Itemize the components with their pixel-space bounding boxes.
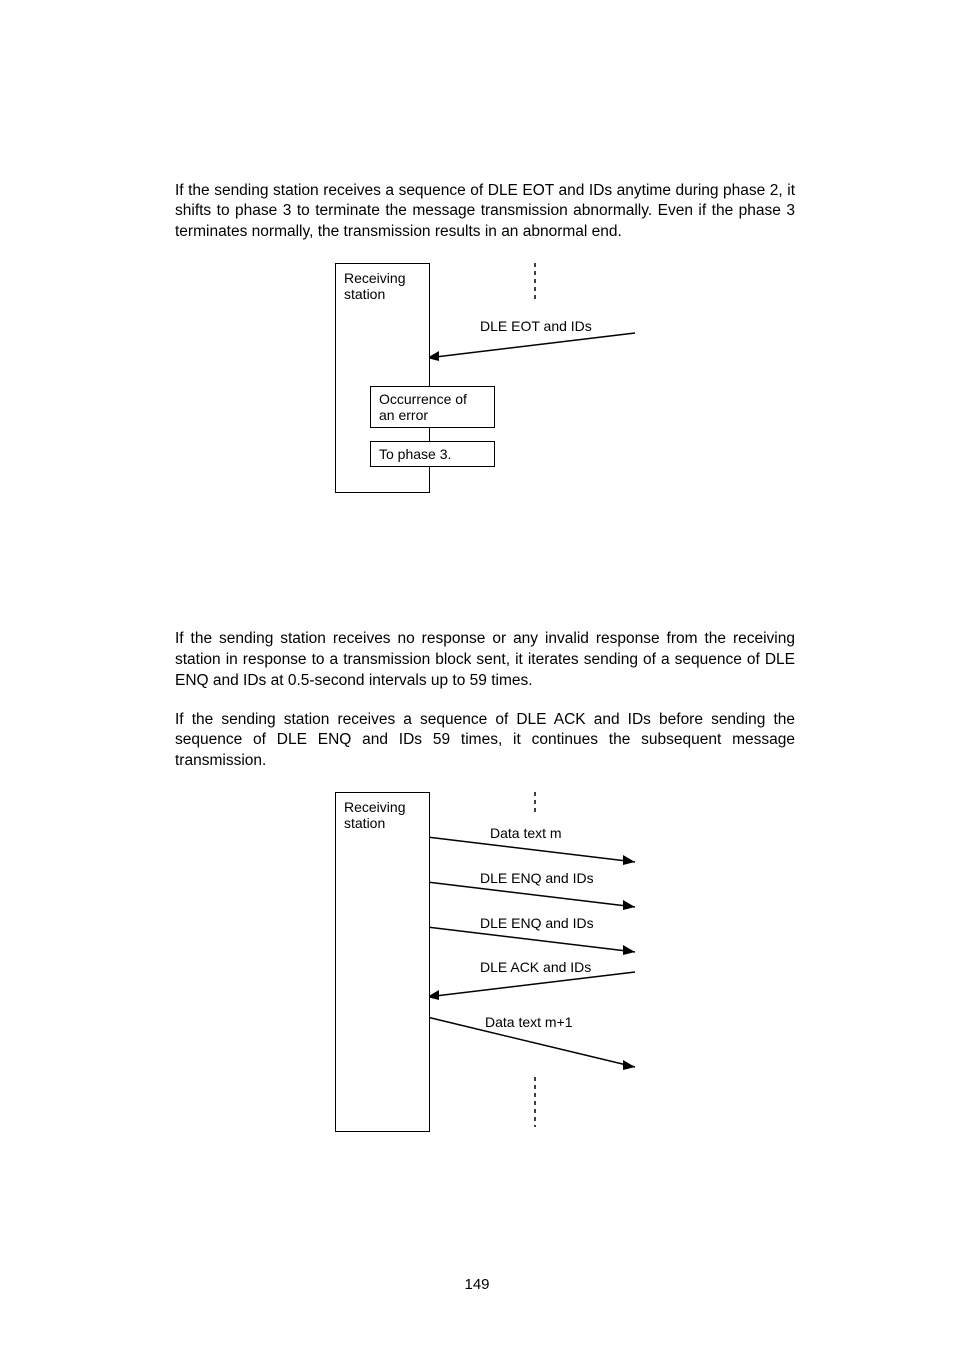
- msg-enq-1: DLE ENQ and IDs: [480, 870, 594, 886]
- phase3-box: To phase 3.: [370, 441, 495, 467]
- msg-data-m1: Data text m+1: [485, 1014, 573, 1030]
- msg-ack: DLE ACK and IDs: [480, 959, 591, 975]
- paragraph-1: If the sending station receives a sequen…: [175, 181, 795, 244]
- phase3-label: To phase 3.: [379, 446, 451, 462]
- msg-enq-2: DLE ENQ and IDs: [480, 915, 594, 931]
- msg-dle-eot: DLE EOT and IDs: [480, 318, 592, 334]
- receiving-label: Receiving station: [344, 270, 405, 302]
- occurrence-box: Occurrence of an error: [370, 386, 495, 428]
- paragraph-2: If the sending station receives no respo…: [175, 629, 795, 692]
- receiving-station-box-2: Receiving station: [335, 792, 430, 1132]
- receiving-label-2: Receiving station: [344, 799, 405, 831]
- occurrence-label: Occurrence of an error: [379, 391, 467, 423]
- page-number: 149: [0, 1276, 954, 1293]
- msg-data-m: Data text m: [490, 825, 562, 841]
- diagram-2: Sending station 0.5 second 0.5 second Re…: [335, 792, 735, 1152]
- paragraph-3: If the sending station receives a sequen…: [175, 710, 795, 773]
- diagram-1: Sending station Receiving station DLE EO…: [335, 263, 735, 503]
